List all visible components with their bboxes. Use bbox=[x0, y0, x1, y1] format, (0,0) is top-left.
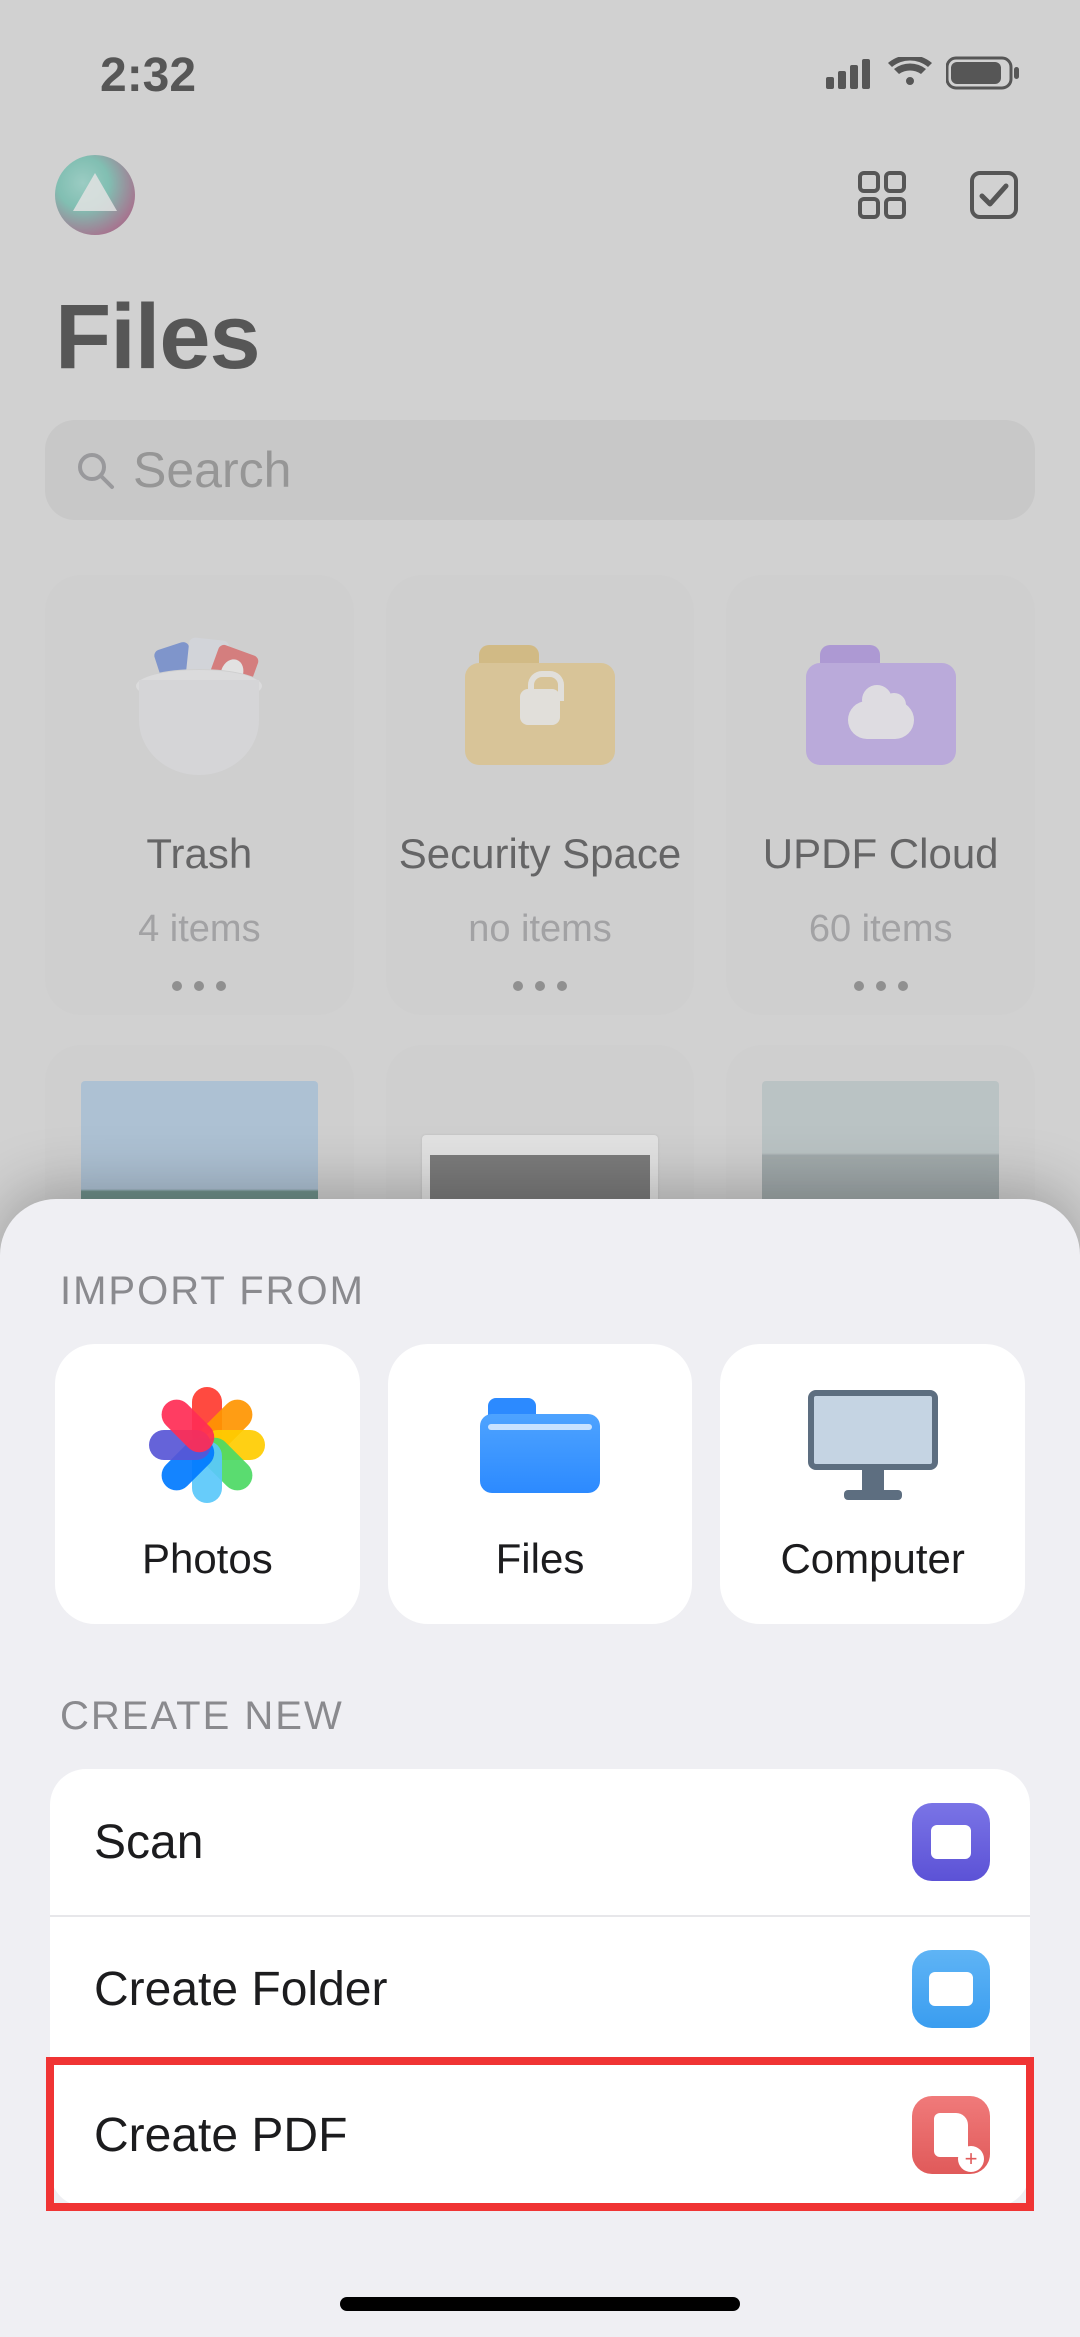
import-label: Files bbox=[496, 1535, 585, 1583]
app-bar bbox=[0, 110, 1080, 235]
folder-cards: Trash 4 items Security Space no items UP… bbox=[0, 520, 1080, 1015]
home-indicator[interactable] bbox=[340, 2297, 740, 2311]
more-icon[interactable] bbox=[513, 981, 567, 991]
folder-title: Trash bbox=[146, 830, 252, 878]
view-grid-icon[interactable] bbox=[856, 169, 908, 221]
wifi-icon bbox=[888, 57, 932, 94]
folder-subtitle: 4 items bbox=[138, 908, 260, 951]
folder-subtitle: 60 items bbox=[809, 908, 953, 951]
import-from-computer[interactable]: Computer bbox=[720, 1344, 1025, 1624]
folder-security-space[interactable]: Security Space no items bbox=[386, 575, 695, 1015]
status-time: 2:32 bbox=[100, 48, 196, 103]
folder-icon bbox=[912, 1950, 990, 2028]
more-icon[interactable] bbox=[172, 981, 226, 991]
locked-folder-icon bbox=[465, 645, 615, 765]
computer-icon bbox=[808, 1385, 938, 1505]
import-label: Photos bbox=[142, 1535, 273, 1583]
cellular-icon bbox=[826, 57, 874, 94]
folder-icon bbox=[475, 1385, 605, 1505]
create-scan[interactable]: Scan bbox=[50, 1769, 1030, 1915]
more-icon[interactable] bbox=[854, 981, 908, 991]
create-folder[interactable]: Create Folder bbox=[50, 1915, 1030, 2061]
row-label: Scan bbox=[94, 1815, 203, 1870]
row-label: Create Folder bbox=[94, 1962, 387, 2017]
folder-title: UPDF Cloud bbox=[763, 830, 999, 878]
folder-trash[interactable]: Trash 4 items bbox=[45, 575, 354, 1015]
scan-icon bbox=[912, 1803, 990, 1881]
select-checkbox-icon[interactable] bbox=[968, 169, 1020, 221]
import-label: Computer bbox=[780, 1535, 964, 1583]
import-options: Photos Files Computer bbox=[0, 1344, 1080, 1694]
cloud-folder-icon bbox=[806, 645, 956, 765]
import-from-files[interactable]: Files bbox=[388, 1344, 693, 1624]
import-section-title: IMPORT FROM bbox=[0, 1269, 1080, 1344]
row-label: Create PDF bbox=[94, 2108, 347, 2163]
account-avatar[interactable] bbox=[55, 155, 135, 235]
status-bar: 2:32 bbox=[0, 0, 1080, 110]
page-title: Files bbox=[0, 235, 1080, 420]
battery-icon bbox=[946, 56, 1020, 95]
add-bottom-sheet: IMPORT FROM Photos Files Computer CREATE… bbox=[0, 1199, 1080, 2337]
create-section-title: CREATE NEW bbox=[0, 1694, 1080, 1769]
status-icons bbox=[826, 56, 1020, 95]
import-from-photos[interactable]: Photos bbox=[55, 1344, 360, 1624]
search-input[interactable] bbox=[133, 441, 1005, 499]
folder-updf-cloud[interactable]: UPDF Cloud 60 items bbox=[726, 575, 1035, 1015]
trash-icon bbox=[129, 635, 269, 775]
search-field[interactable] bbox=[45, 420, 1035, 520]
folder-title: Security Space bbox=[399, 830, 681, 878]
search-icon bbox=[75, 450, 115, 490]
folder-subtitle: no items bbox=[468, 908, 612, 951]
create-options: Scan Create Folder Create PDF bbox=[50, 1769, 1030, 2207]
create-pdf[interactable]: Create PDF bbox=[50, 2061, 1030, 2207]
photos-flower-icon bbox=[142, 1385, 272, 1505]
pdf-plus-icon bbox=[912, 2096, 990, 2174]
